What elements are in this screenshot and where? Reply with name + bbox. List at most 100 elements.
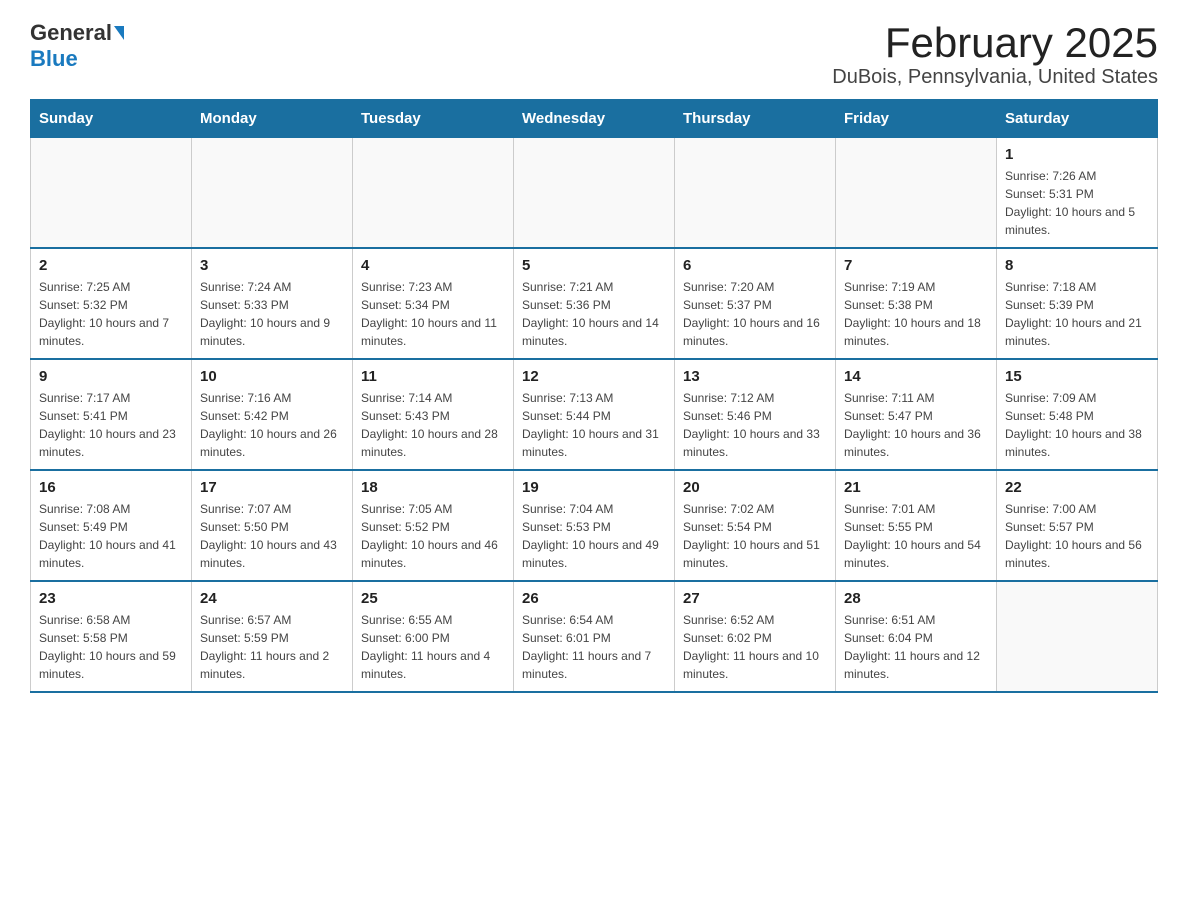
logo-general-text: General: [30, 20, 112, 46]
day-detail: Sunrise: 7:00 AM Sunset: 5:57 PM Dayligh…: [1005, 500, 1149, 572]
calendar-title: February 2025: [832, 20, 1158, 66]
logo-triangle-icon: [114, 26, 124, 40]
table-row: 27 Sunrise: 6:52 AM Sunset: 6:02 PM Dayli…: [675, 581, 836, 692]
day-number: 25: [361, 590, 505, 607]
table-row: [997, 581, 1158, 692]
day-number: 16: [39, 479, 183, 496]
day-detail: Sunrise: 6:54 AM Sunset: 6:01 PM Dayligh…: [522, 611, 666, 683]
table-row: 18 Sunrise: 7:05 AM Sunset: 5:52 PM Dayli…: [353, 470, 514, 581]
table-row: 9 Sunrise: 7:17 AM Sunset: 5:41 PM Daylig…: [31, 359, 192, 470]
table-row: 21 Sunrise: 7:01 AM Sunset: 5:55 PM Dayli…: [836, 470, 997, 581]
day-detail: Sunrise: 7:12 AM Sunset: 5:46 PM Dayligh…: [683, 389, 827, 461]
day-detail: Sunrise: 6:57 AM Sunset: 5:59 PM Dayligh…: [200, 611, 344, 683]
day-detail: Sunrise: 7:23 AM Sunset: 5:34 PM Dayligh…: [361, 278, 505, 350]
table-row: [836, 138, 997, 249]
day-number: 12: [522, 368, 666, 385]
day-detail: Sunrise: 7:01 AM Sunset: 5:55 PM Dayligh…: [844, 500, 988, 572]
day-number: 8: [1005, 257, 1149, 274]
table-row: 23 Sunrise: 6:58 AM Sunset: 5:58 PM Dayli…: [31, 581, 192, 692]
logo: General Blue: [30, 20, 124, 72]
day-number: 2: [39, 257, 183, 274]
col-friday: Friday: [836, 100, 997, 138]
calendar-week-row: 1 Sunrise: 7:26 AM Sunset: 5:31 PM Daylig…: [31, 138, 1158, 249]
day-detail: Sunrise: 6:51 AM Sunset: 6:04 PM Dayligh…: [844, 611, 988, 683]
day-number: 21: [844, 479, 988, 496]
calendar-week-row: 2 Sunrise: 7:25 AM Sunset: 5:32 PM Daylig…: [31, 248, 1158, 359]
day-detail: Sunrise: 7:05 AM Sunset: 5:52 PM Dayligh…: [361, 500, 505, 572]
day-detail: Sunrise: 7:17 AM Sunset: 5:41 PM Dayligh…: [39, 389, 183, 461]
table-row: 17Sunrise: 7:07 AM Sunset: 5:50 PM Dayli…: [192, 470, 353, 581]
col-saturday: Saturday: [997, 100, 1158, 138]
day-detail: Sunrise: 7:14 AM Sunset: 5:43 PM Dayligh…: [361, 389, 505, 461]
table-row: 24 Sunrise: 6:57 AM Sunset: 5:59 PM Dayli…: [192, 581, 353, 692]
table-row: 25Sunrise: 6:55 AM Sunset: 6:00 PM Dayli…: [353, 581, 514, 692]
day-number: 23: [39, 590, 183, 607]
table-row: 15 Sunrise: 7:09 AM Sunset: 5:48 PM Dayli…: [997, 359, 1158, 470]
day-number: 4: [361, 257, 505, 274]
day-number: 14: [844, 368, 988, 385]
day-number: 18: [361, 479, 505, 496]
table-row: 20 Sunrise: 7:02 AM Sunset: 5:54 PM Dayli…: [675, 470, 836, 581]
table-row: 2 Sunrise: 7:25 AM Sunset: 5:32 PM Daylig…: [31, 248, 192, 359]
day-detail: Sunrise: 7:04 AM Sunset: 5:53 PM Dayligh…: [522, 500, 666, 572]
day-number: 3: [200, 257, 344, 274]
table-row: 22 Sunrise: 7:00 AM Sunset: 5:57 PM Dayli…: [997, 470, 1158, 581]
col-tuesday: Tuesday: [353, 100, 514, 138]
day-number: 13: [683, 368, 827, 385]
day-number: 26: [522, 590, 666, 607]
table-row: 4 Sunrise: 7:23 AM Sunset: 5:34 PM Daylig…: [353, 248, 514, 359]
table-row: 10 Sunrise: 7:16 AM Sunset: 5:42 PM Dayli…: [192, 359, 353, 470]
day-detail: Sunrise: 7:20 AM Sunset: 5:37 PM Dayligh…: [683, 278, 827, 350]
day-number: 28: [844, 590, 988, 607]
day-number: 1: [1005, 146, 1149, 163]
table-row: 14 Sunrise: 7:11 AM Sunset: 5:47 PM Dayli…: [836, 359, 997, 470]
day-number: 9: [39, 368, 183, 385]
col-sunday: Sunday: [31, 100, 192, 138]
table-row: 12Sunrise: 7:13 AM Sunset: 5:44 PM Dayli…: [514, 359, 675, 470]
logo-blue-text: Blue: [30, 46, 78, 72]
table-row: [353, 138, 514, 249]
table-row: 16Sunrise: 7:08 AM Sunset: 5:49 PM Dayli…: [31, 470, 192, 581]
calendar-week-row: 23 Sunrise: 6:58 AM Sunset: 5:58 PM Dayli…: [31, 581, 1158, 692]
calendar-week-row: 16Sunrise: 7:08 AM Sunset: 5:49 PM Dayli…: [31, 470, 1158, 581]
day-number: 22: [1005, 479, 1149, 496]
day-number: 20: [683, 479, 827, 496]
day-number: 6: [683, 257, 827, 274]
day-number: 15: [1005, 368, 1149, 385]
calendar-week-row: 9 Sunrise: 7:17 AM Sunset: 5:41 PM Daylig…: [31, 359, 1158, 470]
day-number: 5: [522, 257, 666, 274]
table-row: 6 Sunrise: 7:20 AM Sunset: 5:37 PM Daylig…: [675, 248, 836, 359]
table-row: 3Sunrise: 7:24 AM Sunset: 5:33 PM Daylig…: [192, 248, 353, 359]
table-row: 5 Sunrise: 7:21 AM Sunset: 5:36 PM Daylig…: [514, 248, 675, 359]
table-row: 1 Sunrise: 7:26 AM Sunset: 5:31 PM Daylig…: [997, 138, 1158, 249]
day-detail: Sunrise: 7:25 AM Sunset: 5:32 PM Dayligh…: [39, 278, 183, 350]
day-detail: Sunrise: 7:21 AM Sunset: 5:36 PM Dayligh…: [522, 278, 666, 350]
day-number: 24: [200, 590, 344, 607]
day-number: 27: [683, 590, 827, 607]
calendar-table: Sunday Monday Tuesday Wednesday Thursday…: [30, 99, 1158, 693]
day-detail: Sunrise: 7:16 AM Sunset: 5:42 PM Dayligh…: [200, 389, 344, 461]
day-detail: Sunrise: 6:58 AM Sunset: 5:58 PM Dayligh…: [39, 611, 183, 683]
table-row: 11 Sunrise: 7:14 AM Sunset: 5:43 PM Dayli…: [353, 359, 514, 470]
day-number: 19: [522, 479, 666, 496]
day-detail: Sunrise: 7:26 AM Sunset: 5:31 PM Dayligh…: [1005, 167, 1149, 239]
table-row: [31, 138, 192, 249]
table-row: 19 Sunrise: 7:04 AM Sunset: 5:53 PM Dayli…: [514, 470, 675, 581]
day-detail: Sunrise: 7:09 AM Sunset: 5:48 PM Dayligh…: [1005, 389, 1149, 461]
day-number: 10: [200, 368, 344, 385]
day-number: 17: [200, 479, 344, 496]
day-detail: Sunrise: 7:19 AM Sunset: 5:38 PM Dayligh…: [844, 278, 988, 350]
table-row: 8 Sunrise: 7:18 AM Sunset: 5:39 PM Daylig…: [997, 248, 1158, 359]
col-thursday: Thursday: [675, 100, 836, 138]
day-detail: Sunrise: 7:11 AM Sunset: 5:47 PM Dayligh…: [844, 389, 988, 461]
calendar-header-row: Sunday Monday Tuesday Wednesday Thursday…: [31, 100, 1158, 138]
table-row: 26 Sunrise: 6:54 AM Sunset: 6:01 PM Dayli…: [514, 581, 675, 692]
table-row: 28 Sunrise: 6:51 AM Sunset: 6:04 PM Dayli…: [836, 581, 997, 692]
day-detail: Sunrise: 7:18 AM Sunset: 5:39 PM Dayligh…: [1005, 278, 1149, 350]
day-number: 11: [361, 368, 505, 385]
title-block: February 2025 DuBois, Pennsylvania, Unit…: [832, 20, 1158, 89]
day-detail: Sunrise: 7:02 AM Sunset: 5:54 PM Dayligh…: [683, 500, 827, 572]
day-detail: Sunrise: 6:52 AM Sunset: 6:02 PM Dayligh…: [683, 611, 827, 683]
table-row: [514, 138, 675, 249]
table-row: [675, 138, 836, 249]
